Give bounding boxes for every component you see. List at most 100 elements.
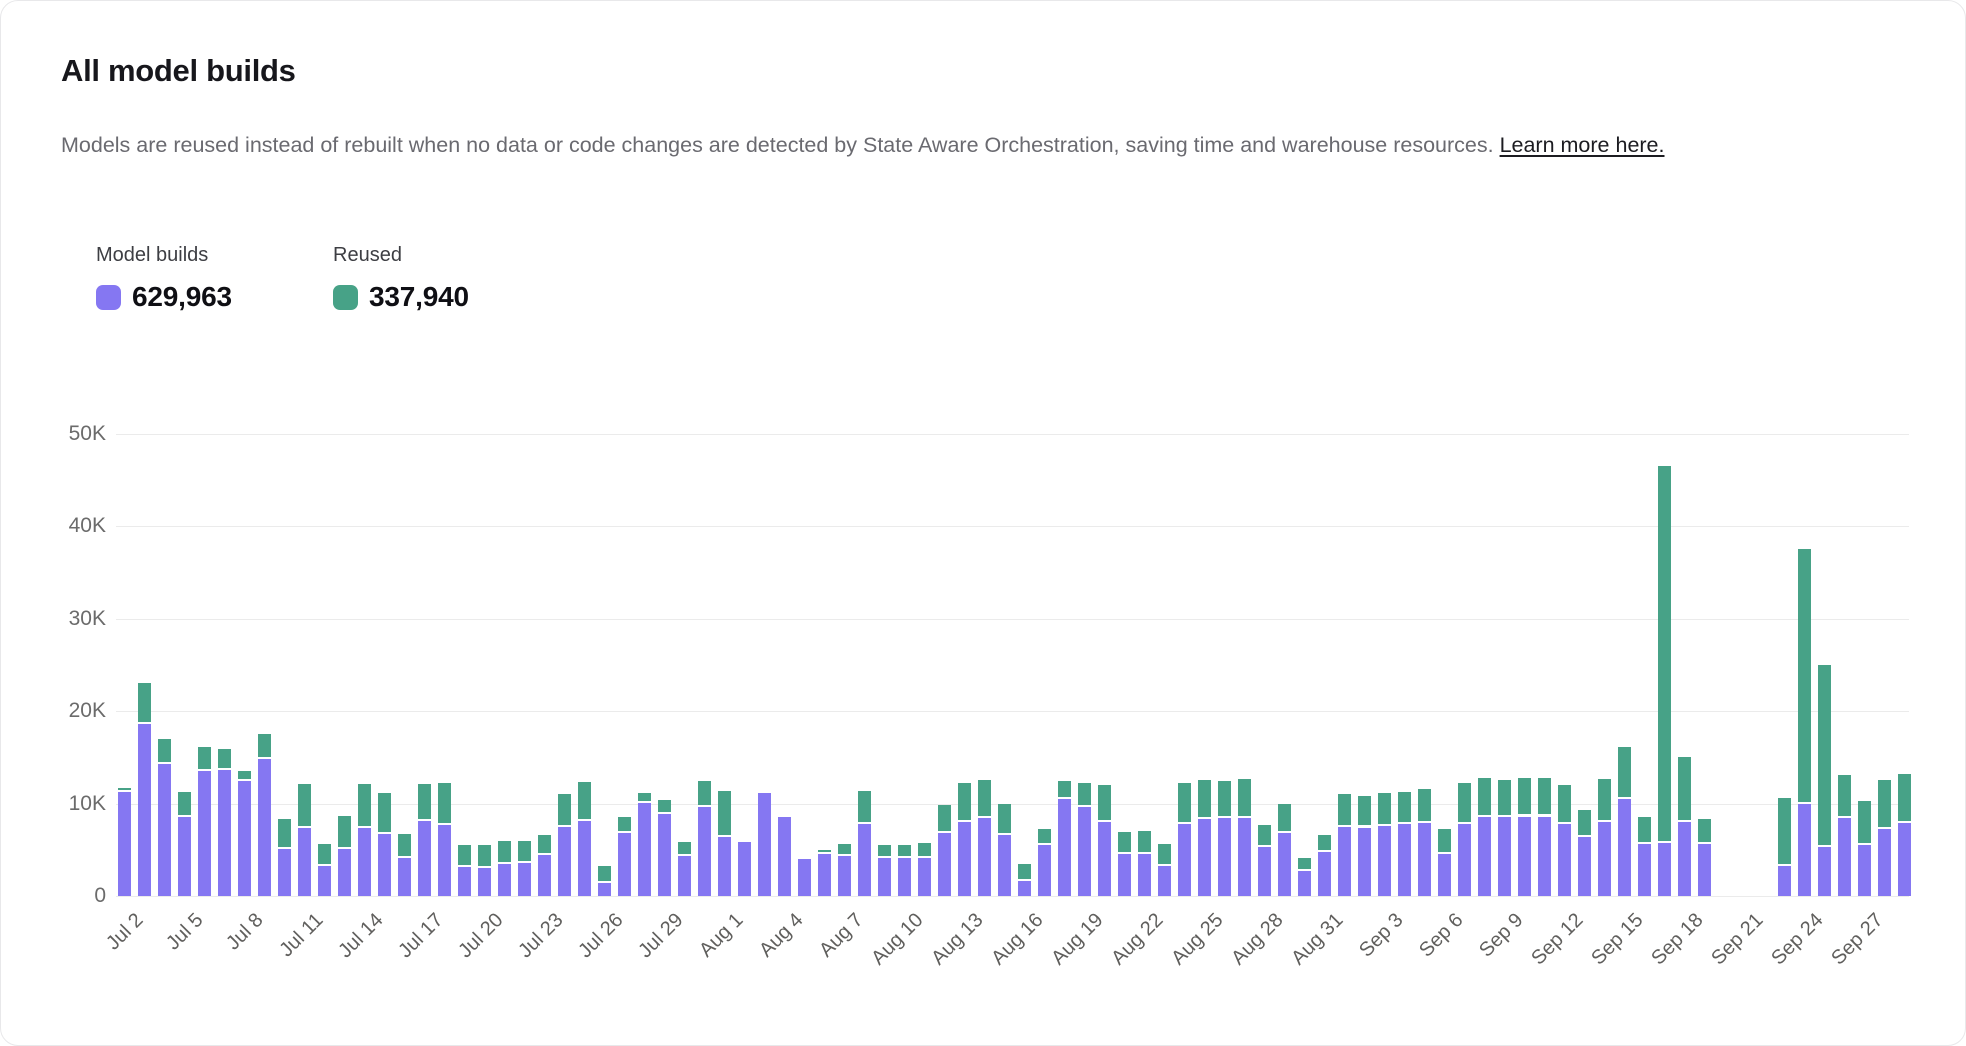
bar-segment-reused[interactable] bbox=[1278, 804, 1291, 831]
bar-segment-model-builds[interactable] bbox=[838, 856, 851, 896]
bar-segment-reused[interactable] bbox=[1798, 549, 1811, 802]
bar-segment-model-builds[interactable] bbox=[678, 856, 691, 896]
bar-segment-model-builds[interactable] bbox=[418, 821, 431, 896]
bar-segment-reused[interactable] bbox=[518, 841, 531, 861]
bar-segment-reused[interactable] bbox=[718, 791, 731, 835]
bar-segment-model-builds[interactable] bbox=[1398, 824, 1411, 896]
bar-segment-reused[interactable] bbox=[1678, 757, 1691, 820]
bar-segment-reused[interactable] bbox=[858, 791, 871, 822]
bar-segment-reused[interactable] bbox=[1198, 780, 1211, 817]
bar-segment-reused[interactable] bbox=[1058, 781, 1071, 797]
bar-segment-model-builds[interactable] bbox=[198, 771, 211, 896]
bar-segment-model-builds[interactable] bbox=[1058, 799, 1071, 896]
bar-segment-model-builds[interactable] bbox=[278, 849, 291, 896]
bar-segment-reused[interactable] bbox=[398, 834, 411, 856]
bar-segment-model-builds[interactable] bbox=[1258, 847, 1271, 896]
bar-segment-reused[interactable] bbox=[1398, 792, 1411, 822]
bar-segment-model-builds[interactable] bbox=[778, 817, 791, 897]
bar-segment-reused[interactable] bbox=[838, 844, 851, 854]
bar-segment-model-builds[interactable] bbox=[918, 858, 931, 896]
bar-segment-model-builds[interactable] bbox=[1118, 854, 1131, 896]
bar-segment-model-builds[interactable] bbox=[498, 864, 511, 896]
bar-segment-reused[interactable] bbox=[298, 784, 311, 826]
bar-segment-reused[interactable] bbox=[498, 841, 511, 861]
bar-segment-model-builds[interactable] bbox=[938, 833, 951, 896]
bar-segment-reused[interactable] bbox=[1778, 798, 1791, 865]
bar-segment-reused[interactable] bbox=[578, 782, 591, 819]
bar-segment-model-builds[interactable] bbox=[1158, 866, 1171, 896]
bar-segment-model-builds[interactable] bbox=[298, 828, 311, 897]
bar-segment-reused[interactable] bbox=[1318, 835, 1331, 850]
bar-segment-reused[interactable] bbox=[1618, 747, 1631, 797]
bar-segment-reused[interactable] bbox=[458, 845, 471, 865]
bar-segment-reused[interactable] bbox=[978, 780, 991, 816]
bar-segment-model-builds[interactable] bbox=[618, 833, 631, 896]
bar-segment-reused[interactable] bbox=[138, 683, 151, 722]
bar-segment-reused[interactable] bbox=[258, 734, 271, 757]
bar-segment-model-builds[interactable] bbox=[1018, 881, 1031, 896]
bar-segment-reused[interactable] bbox=[418, 784, 431, 819]
bar-segment-model-builds[interactable] bbox=[238, 781, 251, 896]
bar-segment-reused[interactable] bbox=[1558, 785, 1571, 822]
bar-segment-model-builds[interactable] bbox=[1358, 828, 1371, 897]
bar-segment-model-builds[interactable] bbox=[1378, 826, 1391, 896]
bar-segment-reused[interactable] bbox=[1018, 864, 1031, 879]
bar-segment-model-builds[interactable] bbox=[1218, 818, 1231, 896]
bar-segment-reused[interactable] bbox=[1838, 775, 1851, 817]
bar-segment-model-builds[interactable] bbox=[1538, 817, 1551, 897]
bar-segment-reused[interactable] bbox=[1818, 665, 1831, 845]
bar-segment-reused[interactable] bbox=[218, 749, 231, 768]
bar-segment-model-builds[interactable] bbox=[1278, 833, 1291, 896]
bar-segment-reused[interactable] bbox=[698, 781, 711, 805]
bar-segment-reused[interactable] bbox=[1298, 858, 1311, 869]
bar-segment-model-builds[interactable] bbox=[1518, 817, 1531, 897]
bar-segment-model-builds[interactable] bbox=[898, 858, 911, 896]
bar-segment-reused[interactable] bbox=[998, 804, 1011, 833]
bar-segment-model-builds[interactable] bbox=[1478, 817, 1491, 896]
bar-segment-model-builds[interactable] bbox=[538, 855, 551, 896]
bar-segment-model-builds[interactable] bbox=[1138, 854, 1151, 896]
bar-segment-reused[interactable] bbox=[1038, 829, 1051, 844]
bar-segment-model-builds[interactable] bbox=[658, 814, 671, 896]
bar-segment-model-builds[interactable] bbox=[858, 824, 871, 896]
bar-segment-model-builds[interactable] bbox=[398, 858, 411, 896]
bar-segment-reused[interactable] bbox=[1338, 794, 1351, 824]
bar-segment-reused[interactable] bbox=[1878, 780, 1891, 827]
bar-segment-model-builds[interactable] bbox=[178, 817, 191, 896]
bar-segment-model-builds[interactable] bbox=[1578, 837, 1591, 896]
bar-segment-reused[interactable] bbox=[1158, 844, 1171, 864]
bar-segment-model-builds[interactable] bbox=[1598, 822, 1611, 896]
bar-segment-model-builds[interactable] bbox=[1178, 824, 1191, 896]
bar-segment-reused[interactable] bbox=[678, 842, 691, 854]
bar-segment-reused[interactable] bbox=[918, 843, 931, 856]
bar-segment-reused[interactable] bbox=[178, 792, 191, 816]
bar-segment-model-builds[interactable] bbox=[1898, 823, 1911, 896]
bar-segment-model-builds[interactable] bbox=[698, 807, 711, 896]
bar-segment-model-builds[interactable] bbox=[798, 859, 811, 896]
bar-segment-model-builds[interactable] bbox=[258, 759, 271, 896]
bar-segment-reused[interactable] bbox=[938, 805, 951, 831]
bar-segment-reused[interactable] bbox=[198, 747, 211, 769]
bar-segment-model-builds[interactable] bbox=[1238, 818, 1251, 896]
bar-segment-reused[interactable] bbox=[1378, 793, 1391, 824]
bar-segment-reused[interactable] bbox=[358, 784, 371, 826]
bar-segment-model-builds[interactable] bbox=[1698, 844, 1711, 896]
bar-segment-reused[interactable] bbox=[1418, 789, 1431, 821]
bar-segment-reused[interactable] bbox=[618, 817, 631, 831]
bar-segment-reused[interactable] bbox=[318, 844, 331, 864]
bar-segment-reused[interactable] bbox=[598, 866, 611, 881]
bar-segment-model-builds[interactable] bbox=[578, 821, 591, 896]
bar-segment-model-builds[interactable] bbox=[598, 883, 611, 896]
bar-segment-reused[interactable] bbox=[1458, 783, 1471, 822]
bar-segment-model-builds[interactable] bbox=[1498, 817, 1511, 896]
bar-segment-reused[interactable] bbox=[378, 793, 391, 832]
bar-segment-model-builds[interactable] bbox=[1098, 822, 1111, 896]
bar-segment-model-builds[interactable] bbox=[738, 842, 751, 896]
bar-segment-reused[interactable] bbox=[1358, 796, 1371, 825]
bar-segment-model-builds[interactable] bbox=[1838, 818, 1851, 896]
bar-segment-model-builds[interactable] bbox=[1298, 871, 1311, 896]
bar-segment-reused[interactable] bbox=[1658, 466, 1671, 841]
bar-segment-reused[interactable] bbox=[1598, 779, 1611, 821]
bar-segment-model-builds[interactable] bbox=[958, 822, 971, 896]
bar-segment-model-builds[interactable] bbox=[138, 724, 151, 896]
